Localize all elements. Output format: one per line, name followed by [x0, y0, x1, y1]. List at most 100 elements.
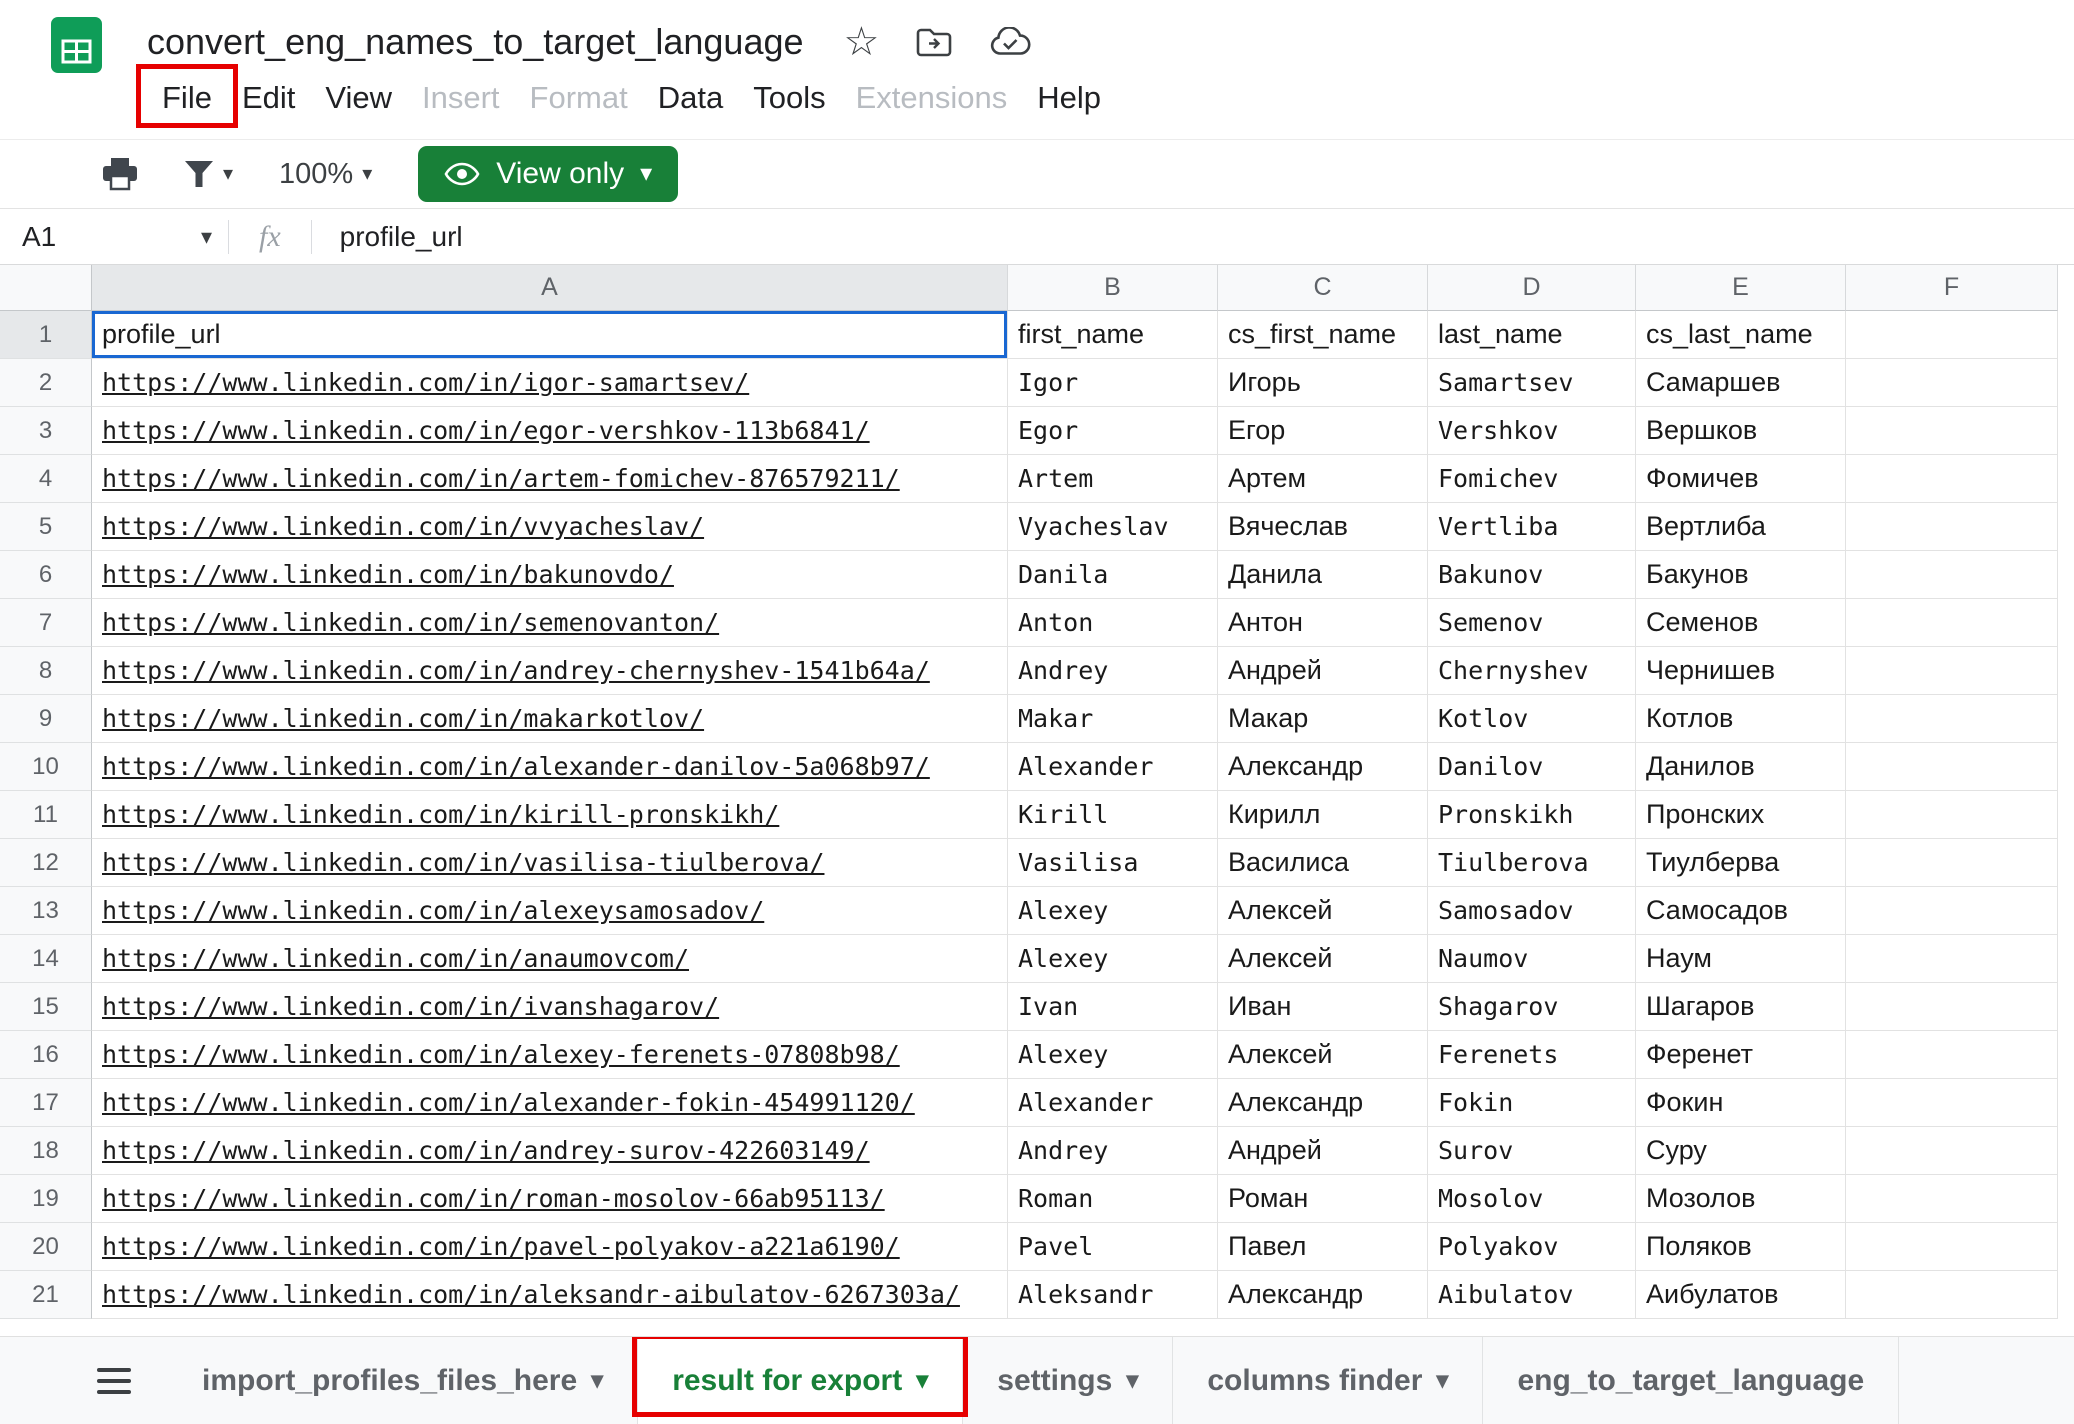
cell-A2[interactable]: https://www.linkedin.com/in/igor-samarts… [92, 359, 1008, 407]
cell-E20[interactable]: Поляков [1636, 1223, 1846, 1271]
cell-A15[interactable]: https://www.linkedin.com/in/ivanshagarov… [92, 983, 1008, 1031]
star-icon[interactable]: ☆ [844, 22, 880, 62]
cell-D20[interactable]: Polyakov [1428, 1223, 1636, 1271]
cell-D16[interactable]: Ferenets [1428, 1031, 1636, 1079]
document-title[interactable]: convert_eng_names_to_target_language [147, 21, 804, 63]
cell-A17[interactable]: https://www.linkedin.com/in/alexander-fo… [92, 1079, 1008, 1127]
cell-F20[interactable] [1846, 1223, 2058, 1271]
cell-F3[interactable] [1846, 407, 2058, 455]
row-header-10[interactable]: 10 [0, 743, 92, 791]
cell-D8[interactable]: Chernyshev [1428, 647, 1636, 695]
cell-E10[interactable]: Данилов [1636, 743, 1846, 791]
chevron-down-icon[interactable]: ▾ [201, 226, 212, 248]
cell-D9[interactable]: Kotlov [1428, 695, 1636, 743]
cell-E6[interactable]: Бакунов [1636, 551, 1846, 599]
all-sheets-button[interactable] [78, 1337, 150, 1424]
row-header-19[interactable]: 19 [0, 1175, 92, 1223]
cell-B4[interactable]: Artem [1008, 455, 1218, 503]
cell-F2[interactable] [1846, 359, 2058, 407]
cell-C4[interactable]: Артем [1218, 455, 1428, 503]
cell-A14[interactable]: https://www.linkedin.com/in/anaumovcom/ [92, 935, 1008, 983]
cell-C19[interactable]: Роман [1218, 1175, 1428, 1223]
cell-C7[interactable]: Антон [1218, 599, 1428, 647]
cell-A3[interactable]: https://www.linkedin.com/in/egor-vershko… [92, 407, 1008, 455]
cell-F10[interactable] [1846, 743, 2058, 791]
cell-A5[interactable]: https://www.linkedin.com/in/vvyacheslav/ [92, 503, 1008, 551]
cell-D5[interactable]: Vertliba [1428, 503, 1636, 551]
menu-data[interactable]: Data [643, 80, 738, 116]
sheet-tab-settings[interactable]: settings▾ [963, 1337, 1173, 1424]
cell-E5[interactable]: Вертлиба [1636, 503, 1846, 551]
cell-B16[interactable]: Alexey [1008, 1031, 1218, 1079]
print-button[interactable] [102, 157, 138, 191]
row-header-16[interactable]: 16 [0, 1031, 92, 1079]
menu-file[interactable]: File [147, 80, 227, 116]
cell-C12[interactable]: Василиса [1218, 839, 1428, 887]
cell-D7[interactable]: Semenov [1428, 599, 1636, 647]
menu-format[interactable]: Format [515, 80, 643, 116]
column-header-F[interactable]: F [1846, 265, 2058, 311]
cell-C10[interactable]: Александр [1218, 743, 1428, 791]
move-folder-icon[interactable] [915, 27, 953, 58]
sheet-tab-result-for-export[interactable]: result for export▾ [638, 1337, 963, 1424]
cell-E17[interactable]: Фокин [1636, 1079, 1846, 1127]
cell-D19[interactable]: Mosolov [1428, 1175, 1636, 1223]
row-header-17[interactable]: 17 [0, 1079, 92, 1127]
cell-A16[interactable]: https://www.linkedin.com/in/alexey-feren… [92, 1031, 1008, 1079]
cell-E8[interactable]: Чернишев [1636, 647, 1846, 695]
cell-C5[interactable]: Вячеслав [1218, 503, 1428, 551]
cell-F21[interactable] [1846, 1271, 2058, 1319]
cell-A12[interactable]: https://www.linkedin.com/in/vasilisa-tiu… [92, 839, 1008, 887]
cell-C17[interactable]: Александр [1218, 1079, 1428, 1127]
cell-D17[interactable]: Fokin [1428, 1079, 1636, 1127]
row-header-3[interactable]: 3 [0, 407, 92, 455]
cell-E4[interactable]: Фомичев [1636, 455, 1846, 503]
cell-C20[interactable]: Павел [1218, 1223, 1428, 1271]
cell-C6[interactable]: Данила [1218, 551, 1428, 599]
cell-D14[interactable]: Naumov [1428, 935, 1636, 983]
sheet-tab-import_profiles_files_here[interactable]: import_profiles_files_here▾ [168, 1337, 638, 1424]
cell-A9[interactable]: https://www.linkedin.com/in/makarkotlov/ [92, 695, 1008, 743]
cell-F17[interactable] [1846, 1079, 2058, 1127]
cell-E16[interactable]: Ференет [1636, 1031, 1846, 1079]
cell-C18[interactable]: Андрей [1218, 1127, 1428, 1175]
cell-C9[interactable]: Макар [1218, 695, 1428, 743]
column-header-D[interactable]: D [1428, 265, 1636, 311]
cell-B19[interactable]: Roman [1008, 1175, 1218, 1223]
cell-D11[interactable]: Pronskikh [1428, 791, 1636, 839]
cell-B14[interactable]: Alexey [1008, 935, 1218, 983]
cell-F12[interactable] [1846, 839, 2058, 887]
cell-F9[interactable] [1846, 695, 2058, 743]
cell-D6[interactable]: Bakunov [1428, 551, 1636, 599]
cell-A11[interactable]: https://www.linkedin.com/in/kirill-prons… [92, 791, 1008, 839]
cell-A21[interactable]: https://www.linkedin.com/in/aleksandr-ai… [92, 1271, 1008, 1319]
cell-B15[interactable]: Ivan [1008, 983, 1218, 1031]
sheet-tab-eng_to_target_language[interactable]: eng_to_target_language [1483, 1337, 1899, 1424]
cell-D15[interactable]: Shagarov [1428, 983, 1636, 1031]
column-header-A[interactable]: A [92, 265, 1008, 311]
row-header-1[interactable]: 1 [0, 311, 92, 359]
cell-F5[interactable] [1846, 503, 2058, 551]
cell-E7[interactable]: Семенов [1636, 599, 1846, 647]
document-status-cloud-icon[interactable] [989, 27, 1031, 57]
sheets-logo[interactable] [50, 16, 103, 74]
row-header-6[interactable]: 6 [0, 551, 92, 599]
cell-B17[interactable]: Alexander [1008, 1079, 1218, 1127]
cell-F13[interactable] [1846, 887, 2058, 935]
row-header-12[interactable]: 12 [0, 839, 92, 887]
cell-F7[interactable] [1846, 599, 2058, 647]
column-header-B[interactable]: B [1008, 265, 1218, 311]
row-header-7[interactable]: 7 [0, 599, 92, 647]
view-only-button[interactable]: View only ▾ [418, 146, 678, 202]
column-header-E[interactable]: E [1636, 265, 1846, 311]
cell-D21[interactable]: Aibulatov [1428, 1271, 1636, 1319]
row-header-8[interactable]: 8 [0, 647, 92, 695]
name-box[interactable]: A1 ▾ [0, 209, 228, 264]
cell-B18[interactable]: Andrey [1008, 1127, 1218, 1175]
row-header-4[interactable]: 4 [0, 455, 92, 503]
cell-B20[interactable]: Pavel [1008, 1223, 1218, 1271]
cell-A10[interactable]: https://www.linkedin.com/in/alexander-da… [92, 743, 1008, 791]
cell-F6[interactable] [1846, 551, 2058, 599]
cell-A18[interactable]: https://www.linkedin.com/in/andrey-surov… [92, 1127, 1008, 1175]
cell-D1[interactable]: last_name [1428, 311, 1636, 359]
